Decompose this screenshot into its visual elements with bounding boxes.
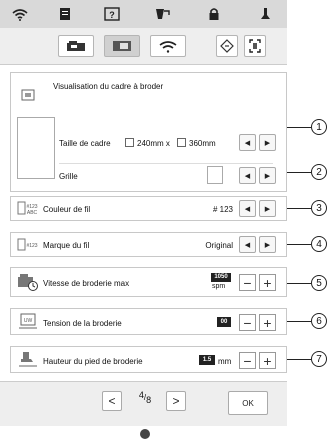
max-speed-unit: spm bbox=[212, 283, 226, 290]
machine-icon bbox=[67, 41, 85, 51]
callout-number-4: 4 bbox=[311, 236, 327, 252]
presser-foot-height-icon bbox=[17, 352, 39, 368]
settings-tab-bar bbox=[0, 28, 287, 65]
divider bbox=[59, 163, 273, 164]
thread-color-value: # 123 bbox=[212, 205, 233, 214]
ok-button[interactable]: OK bbox=[228, 391, 268, 415]
max-speed-label: Vitesse de broderie max bbox=[43, 279, 130, 288]
thread-brand-icon: #123 bbox=[17, 237, 39, 253]
thread-color-prev-button[interactable]: ◀ bbox=[239, 200, 256, 217]
thread-color-label: Couleur de fil bbox=[43, 205, 91, 214]
thread-color-row: #123 ABC Couleur de fil # 123 ◀ ▶ bbox=[10, 196, 287, 221]
frame-preview bbox=[17, 117, 55, 179]
max-speed-value: 1050 bbox=[211, 273, 231, 282]
callout-line-7 bbox=[287, 359, 311, 360]
thread-icon[interactable] bbox=[150, 4, 174, 24]
frame-size-next-button[interactable]: ▶ bbox=[259, 134, 276, 151]
max-speed-plus-button[interactable]: + bbox=[259, 274, 276, 291]
bottom-bar: < 4/8 > OK bbox=[0, 381, 287, 426]
top-toolbar: ? bbox=[0, 0, 287, 29]
foot-height-label: Hauteur du pied de broderie bbox=[43, 357, 143, 366]
page-total: 8 bbox=[146, 395, 152, 405]
thread-brand-value: Original bbox=[205, 241, 233, 250]
max-speed-row: Vitesse de broderie max 1050 spm − + bbox=[10, 267, 287, 297]
embroidery-icon bbox=[113, 41, 131, 51]
tension-minus-button[interactable]: − bbox=[239, 314, 256, 331]
frame-corners-icon bbox=[249, 39, 261, 53]
foot-height-minus-button[interactable]: − bbox=[239, 352, 256, 369]
wifi-icon bbox=[159, 40, 177, 53]
callout-line-2 bbox=[287, 172, 311, 173]
callout-number-5: 5 bbox=[311, 275, 327, 291]
lock-icon[interactable] bbox=[202, 4, 226, 24]
svg-text:#123: #123 bbox=[26, 243, 37, 249]
svg-text:ABC: ABC bbox=[27, 210, 38, 216]
callout-number-7: 7 bbox=[311, 351, 327, 367]
presser-foot-icon[interactable] bbox=[253, 4, 277, 24]
thread-brand-prev-button[interactable]: ◀ bbox=[239, 236, 256, 253]
frame-position-button[interactable] bbox=[244, 35, 266, 57]
next-page-button[interactable]: > bbox=[166, 391, 186, 411]
frame-size-prev-button[interactable]: ◀ bbox=[239, 134, 256, 151]
svg-text:UW: UW bbox=[24, 318, 33, 324]
max-speed-icon bbox=[17, 274, 39, 291]
thread-color-icon: #123 ABC bbox=[17, 201, 39, 217]
help-icon[interactable]: ? bbox=[100, 4, 124, 24]
foot-height-value: 1.5 bbox=[199, 355, 215, 365]
callout-line-6 bbox=[287, 321, 311, 322]
frame-size-value-height: 360mm bbox=[189, 139, 216, 148]
page-icon[interactable] bbox=[53, 4, 77, 24]
tension-plus-button[interactable]: + bbox=[259, 314, 276, 331]
callout-line-1 bbox=[287, 127, 311, 128]
sewing-settings-tab[interactable] bbox=[58, 35, 94, 57]
thread-brand-next-button[interactable]: ▶ bbox=[259, 236, 276, 253]
foot-height-plus-button[interactable]: + bbox=[259, 352, 276, 369]
page-current: 4 bbox=[138, 390, 144, 400]
frame-display-title: Visualisation du cadre à broder bbox=[53, 82, 164, 91]
callout-number-3: 3 bbox=[311, 200, 327, 216]
foot-height-row: Hauteur du pied de broderie 1.5 mm − + bbox=[10, 346, 287, 373]
callout-number-6: 6 bbox=[311, 313, 327, 329]
svg-text:?: ? bbox=[109, 10, 115, 20]
embroidery-settings-tab[interactable] bbox=[104, 35, 140, 57]
diamond-reset-icon bbox=[220, 39, 234, 53]
home-button[interactable] bbox=[140, 429, 150, 439]
grid-prev-button[interactable]: ◀ bbox=[239, 167, 256, 184]
tension-row: UW Tension de la broderie 00 − + bbox=[10, 308, 287, 335]
thread-brand-row: #123 Marque du fil Original ◀ ▶ bbox=[10, 232, 287, 257]
foot-height-unit: mm bbox=[218, 357, 232, 366]
wifi-icon[interactable] bbox=[8, 4, 32, 24]
grid-preview bbox=[207, 166, 223, 184]
frame-size-label: Taille de cadre bbox=[59, 139, 111, 148]
wireless-tab[interactable] bbox=[150, 35, 186, 57]
page-indicator: 4/8 bbox=[138, 390, 152, 405]
thread-brand-label: Marque du fil bbox=[43, 241, 90, 250]
frame-display-icon bbox=[17, 87, 39, 103]
frame-size-value-width: 240mm x bbox=[137, 139, 170, 148]
frame-width-icon bbox=[125, 138, 134, 147]
prev-page-button[interactable]: < bbox=[102, 391, 122, 411]
grid-next-button[interactable]: ▶ bbox=[259, 167, 276, 184]
thread-color-next-button[interactable]: ▶ bbox=[259, 200, 276, 217]
callout-line-4 bbox=[287, 244, 311, 245]
grid-label: Grille bbox=[59, 172, 78, 181]
frame-display-panel: Visualisation du cadre à broder Taille d… bbox=[10, 72, 287, 192]
tension-icon: UW bbox=[17, 313, 39, 330]
tension-value: 00 bbox=[217, 317, 231, 327]
callout-number-1: 1 bbox=[311, 119, 327, 135]
max-speed-minus-button[interactable]: − bbox=[239, 274, 256, 291]
callout-line-3 bbox=[287, 208, 311, 209]
callout-number-2: 2 bbox=[311, 164, 327, 180]
callout-line-5 bbox=[287, 283, 311, 284]
frame-height-icon bbox=[177, 138, 186, 147]
tension-label: Tension de la broderie bbox=[43, 319, 122, 328]
reset-settings-button[interactable] bbox=[216, 35, 238, 57]
